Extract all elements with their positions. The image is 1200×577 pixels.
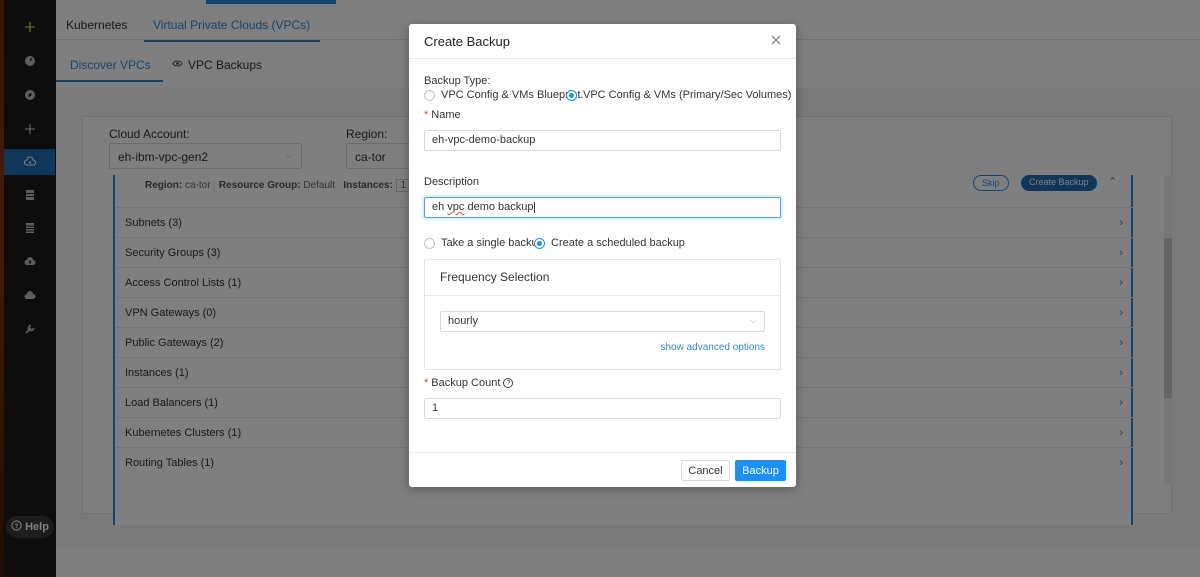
backup-button[interactable]: Backup xyxy=(735,460,786,481)
radio-circle xyxy=(424,89,435,101)
text-caret xyxy=(533,201,535,213)
name-label-text: Name xyxy=(431,109,461,121)
question-circle-icon[interactable]: ? xyxy=(503,378,514,389)
description-text-part: eh xyxy=(432,201,448,213)
radio-single-backup[interactable]: Take a single backup xyxy=(424,237,544,249)
radio-primary-sec-label: VPC Config & VMs (Primary/Sec Volumes) xyxy=(583,89,792,101)
required-asterisk: * xyxy=(424,377,429,389)
create-backup-modal: Create Backup Backup Type: VPC Config & … xyxy=(409,24,796,487)
chevron-down-icon: ⌵ xyxy=(750,315,757,325)
radio-blueprint-label: VPC Config & VMs Blueprint. xyxy=(441,89,584,101)
frequency-select[interactable]: hourly ⌵ xyxy=(440,311,765,332)
backup-count-label: * Backup Count? xyxy=(424,377,514,389)
name-input-value: eh-vpc-demo-backup xyxy=(432,134,536,146)
radio-circle-selected xyxy=(534,237,545,249)
advanced-options-link[interactable]: show advanced options xyxy=(660,342,765,353)
radio-scheduled-label: Create a scheduled backup xyxy=(551,237,685,249)
backup-count-input[interactable]: 1 xyxy=(424,398,781,419)
backup-count-value: 1 xyxy=(432,402,439,414)
radio-single-label: Take a single backup xyxy=(441,237,544,249)
description-input[interactable]: eh vpc demo backup xyxy=(424,197,781,218)
description-text-part: demo backup xyxy=(464,201,534,213)
divider xyxy=(425,295,780,296)
modal-header: Create Backup xyxy=(409,24,796,59)
required-asterisk: * xyxy=(424,109,429,121)
frequency-card: Frequency Selection hourly ⌵ show advanc… xyxy=(424,259,781,370)
frequency-value: hourly xyxy=(448,315,478,327)
radio-circle-selected xyxy=(566,89,577,101)
description-spellcheck-word: vpc xyxy=(447,201,465,213)
description-label: Description xyxy=(424,176,480,188)
modal-footer: Cancel Backup xyxy=(409,452,796,487)
frequency-title: Frequency Selection xyxy=(440,270,550,284)
radio-blueprint[interactable]: VPC Config & VMs Blueprint. xyxy=(424,89,583,101)
cancel-button[interactable]: Cancel xyxy=(681,460,730,481)
radio-circle xyxy=(424,237,435,249)
radio-primary-sec[interactable]: VPC Config & VMs (Primary/Sec Volumes) xyxy=(566,89,791,101)
radio-scheduled-backup[interactable]: Create a scheduled backup xyxy=(534,237,685,249)
name-label: * Name xyxy=(424,109,461,121)
backup-type-label: Backup Type: xyxy=(424,75,491,87)
name-input[interactable]: eh-vpc-demo-backup xyxy=(424,130,781,151)
backup-count-label-text: Backup Count xyxy=(431,377,501,389)
close-icon[interactable] xyxy=(768,32,784,48)
modal-title: Create Backup xyxy=(424,34,510,49)
